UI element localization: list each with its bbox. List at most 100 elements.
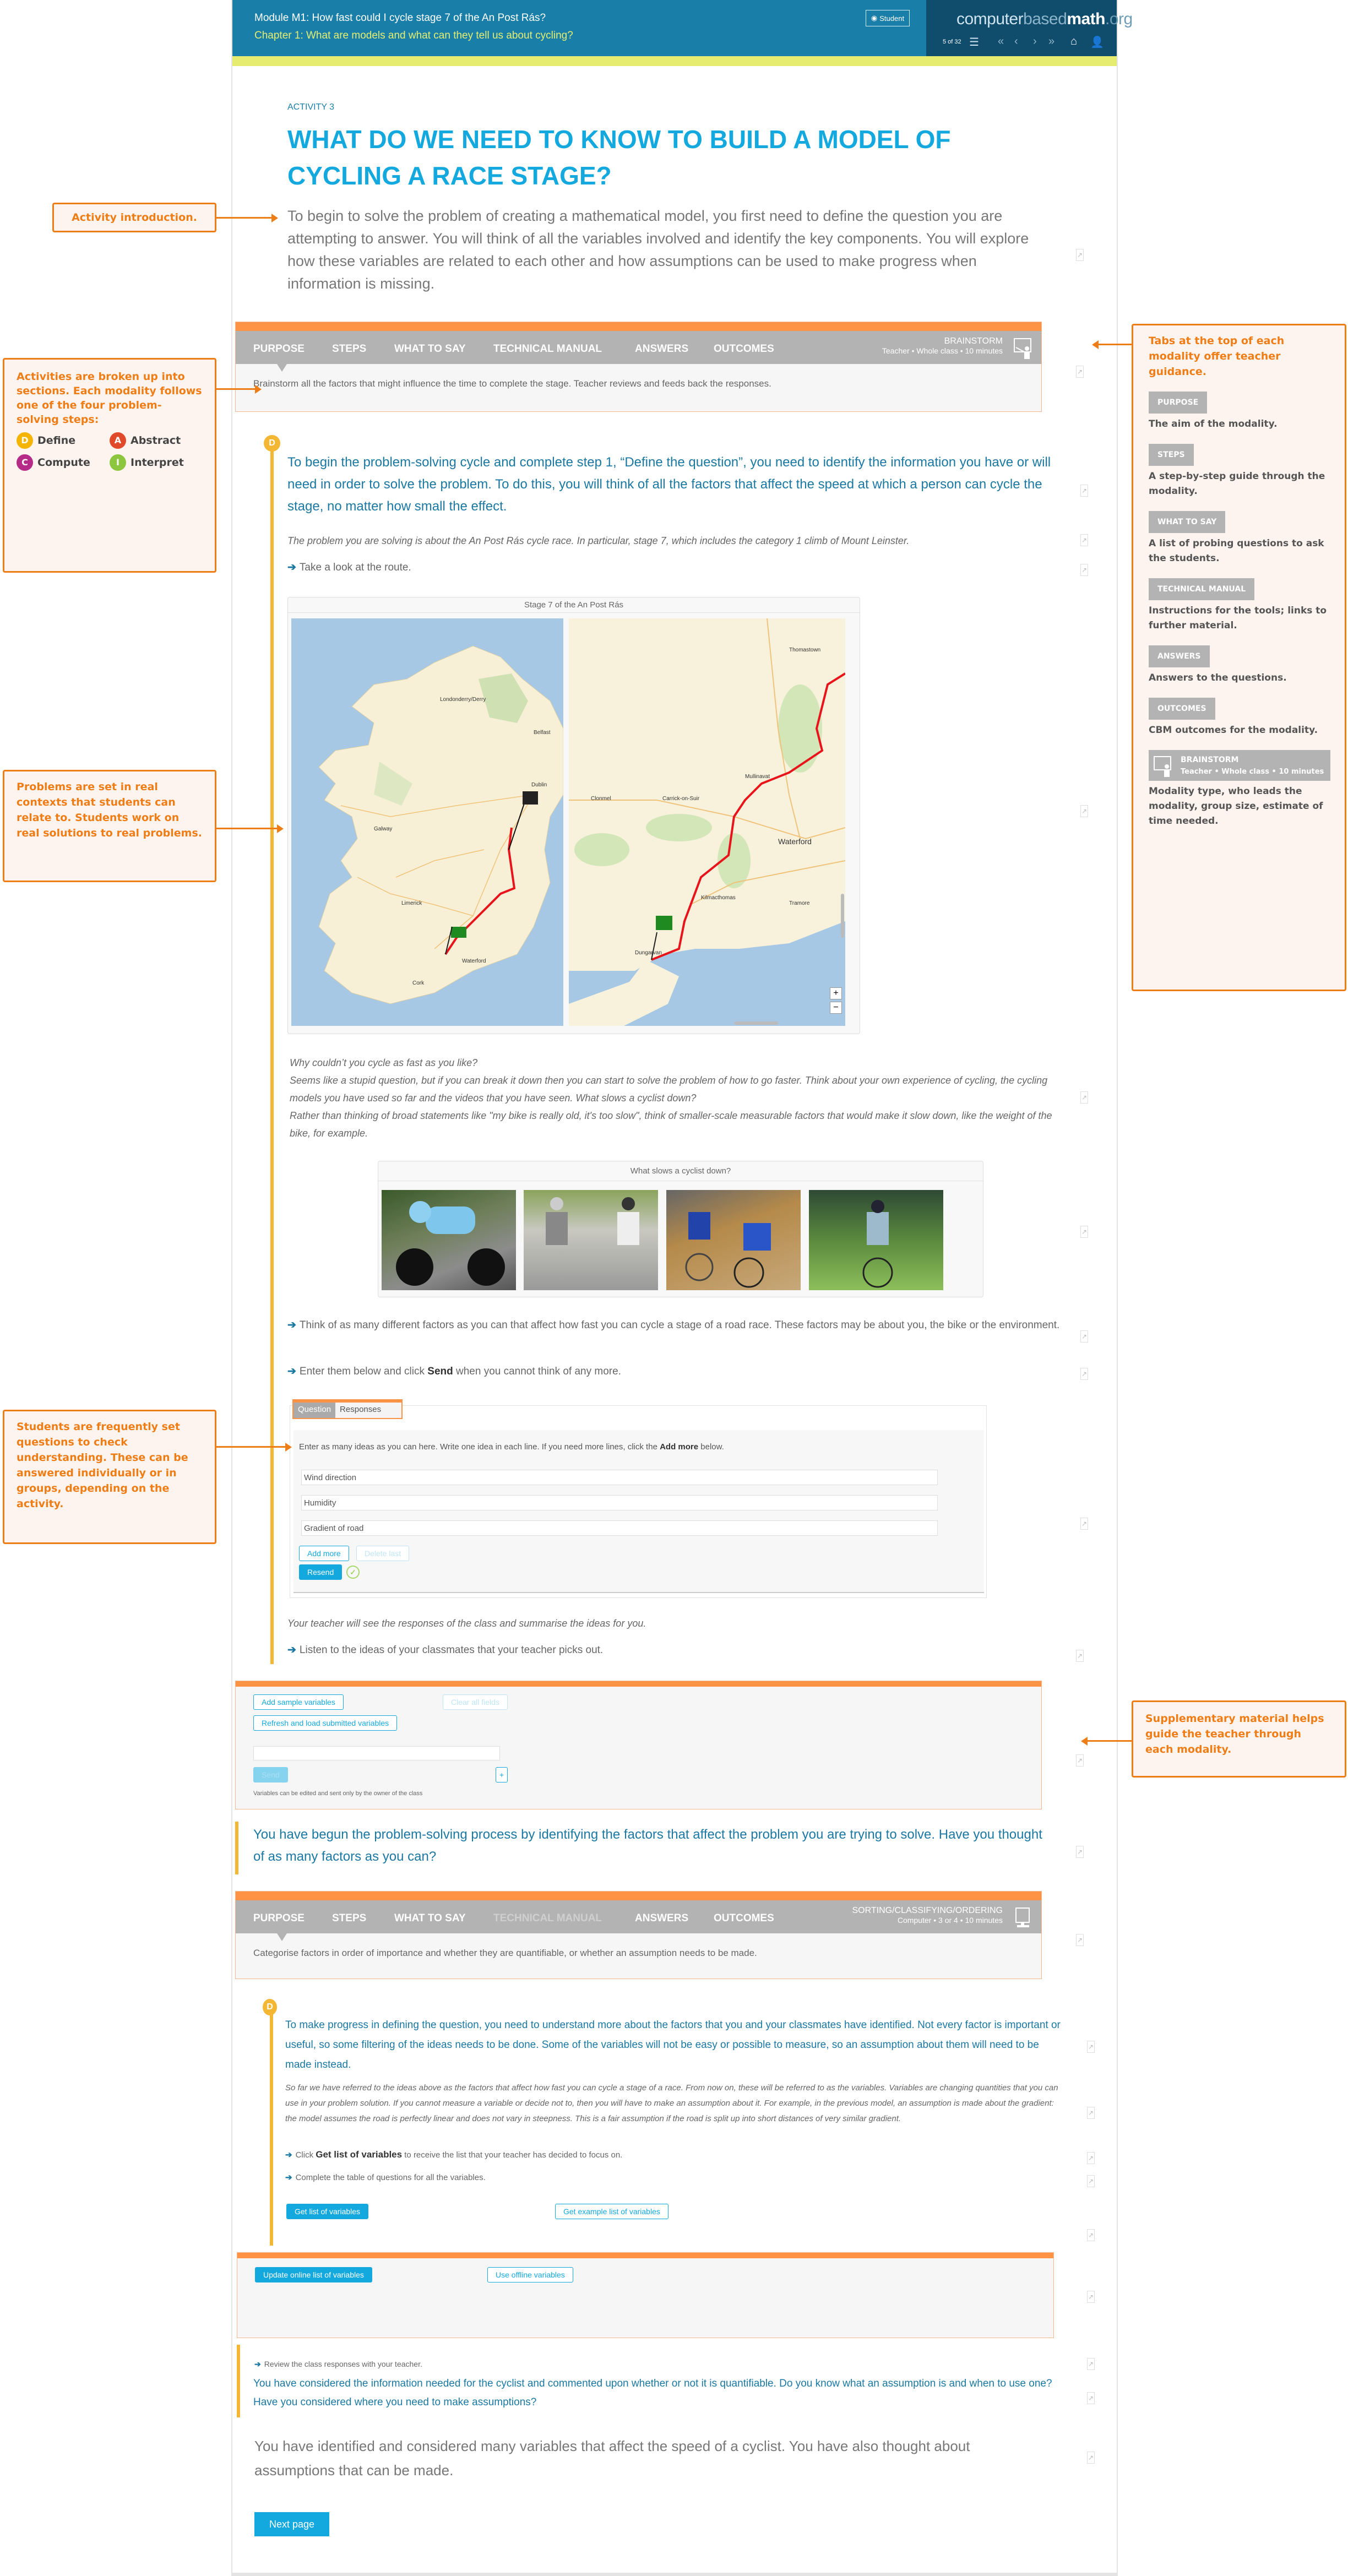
expand-icon[interactable]: ↗: [1087, 2107, 1095, 2119]
expand-icon[interactable]: ↗: [1080, 564, 1088, 576]
annotation-connector: [216, 388, 255, 390]
modality-description: Brainstorm all the factors that might in…: [253, 378, 771, 389]
tab-question[interactable]: Question: [293, 1403, 336, 1418]
user-icon[interactable]: 👤: [1090, 35, 1104, 49]
expand-icon[interactable]: ↗: [1076, 1650, 1084, 1662]
delete-last-button[interactable]: Delete last: [356, 1546, 410, 1561]
instruction-bold: Send: [427, 1366, 453, 1377]
expand-icon[interactable]: ↗: [1080, 485, 1088, 497]
expand-icon[interactable]: ↗: [1087, 2041, 1095, 2053]
add-sample-variables-button[interactable]: Add sample variables: [253, 1694, 344, 1710]
define-badge-icon: D: [17, 432, 33, 449]
step-legend-compute: C Compute: [17, 454, 110, 471]
map-vertical-scrollbar[interactable]: [841, 894, 844, 938]
menu-list-icon[interactable]: ☰: [969, 35, 979, 49]
map-horizontal-scrollbar[interactable]: [734, 1021, 778, 1025]
guide-tab-desc: CBM outcomes for the modality.: [1149, 725, 1318, 736]
tab-answers[interactable]: ANSWERS: [635, 1912, 688, 1925]
student-icon: ◉: [871, 14, 878, 22]
define-step-line: [270, 2004, 273, 2246]
svg-text:Cork: Cork: [412, 980, 425, 986]
tab-steps[interactable]: STEPS: [332, 343, 366, 355]
add-row-button[interactable]: +: [496, 1767, 508, 1782]
idea-input[interactable]: [301, 1495, 938, 1510]
refresh-load-variables-button[interactable]: Refresh and load submitted variables: [253, 1715, 398, 1731]
map-zoom-in-button[interactable]: +: [830, 987, 842, 999]
instruction-get-list: ➔ Click Get list of variables to receive …: [285, 2146, 622, 2164]
tab-outcomes[interactable]: OUTCOMES: [714, 343, 774, 355]
use-offline-variables-button[interactable]: Use offline variables: [487, 2267, 573, 2282]
add-more-button[interactable]: Add more: [299, 1546, 349, 1561]
modality-type-details: Computer • 3 or 4 • 10 minutes: [897, 1916, 1003, 1925]
get-list-of-variables-button[interactable]: Get list of variables: [286, 2204, 369, 2219]
tab-outcomes[interactable]: OUTCOMES: [714, 1912, 774, 1925]
expand-icon[interactable]: ↗: [1076, 366, 1084, 378]
expand-icon[interactable]: ↗: [1087, 2175, 1095, 2187]
tab-purpose[interactable]: PURPOSE: [253, 343, 305, 355]
expand-icon[interactable]: ↗: [1080, 805, 1088, 817]
step-label: Interpret: [131, 456, 184, 469]
modality-panel-sorting: PURPOSE STEPS WHAT TO SAY TECHNICAL MANU…: [235, 1891, 1042, 1979]
supplementary-note: Variables can be edited and sent only by…: [253, 1790, 423, 1797]
next-page-icon[interactable]: ›: [1033, 35, 1037, 48]
clear-all-fields-button[interactable]: Clear all fields: [443, 1694, 508, 1710]
logo-part: .org: [1105, 10, 1133, 28]
svg-text:Londonderry/Derry: Londonderry/Derry: [440, 697, 486, 703]
ireland-overview-map[interactable]: Dublin Galway Limerick Cork Waterford Lo…: [291, 618, 563, 1026]
annotation-arrow: [277, 824, 284, 833]
annotation-text: Tabs at the top of each modality offer t…: [1149, 335, 1285, 378]
expand-icon[interactable]: ↗: [1080, 1091, 1088, 1104]
send-button[interactable]: Send: [253, 1767, 288, 1782]
expand-icon[interactable]: ↗: [1087, 2291, 1095, 2303]
expand-icon[interactable]: ↗: [1087, 2452, 1095, 2464]
map-zoom-out-button[interactable]: −: [830, 1002, 842, 1014]
guide-tab-desc: The aim of the modality.: [1149, 419, 1278, 430]
home-icon[interactable]: ⌂: [1070, 35, 1077, 48]
svg-text:Galway: Galway: [374, 826, 392, 832]
svg-text:Belfast: Belfast: [534, 730, 551, 736]
first-page-icon[interactable]: «: [998, 35, 1004, 48]
expand-icon[interactable]: ↗: [1076, 249, 1084, 261]
annotation-sections: Activities are broken up into sections. …: [3, 358, 216, 573]
idea-input[interactable]: [301, 1470, 938, 1485]
tab-responses[interactable]: Responses: [335, 1403, 385, 1418]
guide-modality-desc: Modality type, who leads the modality, g…: [1149, 786, 1323, 827]
chapter-title[interactable]: Chapter 1: What are models and what can …: [254, 30, 573, 42]
guide-tab-label: OUTCOMES: [1149, 698, 1215, 720]
guide-tab-label: ANSWERS: [1149, 645, 1210, 667]
next-page-button[interactable]: Next page: [254, 2512, 330, 2536]
expand-icon[interactable]: ↗: [1080, 1226, 1088, 1238]
last-page-icon[interactable]: »: [1048, 35, 1055, 48]
expand-icon[interactable]: ↗: [1080, 1518, 1088, 1530]
expand-icon[interactable]: ↗: [1080, 534, 1088, 546]
expand-icon[interactable]: ↗: [1080, 1330, 1088, 1343]
expand-icon[interactable]: ↗: [1076, 1754, 1084, 1767]
prev-page-icon[interactable]: ‹: [1014, 35, 1018, 48]
stage-route-map[interactable]: Mullinavat Carrick-on-Suir Waterford Dun…: [569, 618, 845, 1026]
variable-input[interactable]: [253, 1746, 500, 1760]
expand-icon[interactable]: ↗: [1087, 2229, 1095, 2241]
modality-type-details: Teacher • Whole class • 10 minutes: [882, 346, 1003, 355]
resend-button[interactable]: Resend: [299, 1564, 343, 1580]
expand-icon[interactable]: ↗: [1076, 1934, 1084, 1946]
get-example-list-button[interactable]: Get example list of variables: [555, 2204, 668, 2219]
student-view-button[interactable]: ◉ Student: [866, 10, 910, 26]
expand-icon[interactable]: ↗: [1087, 2152, 1095, 2164]
expand-icon[interactable]: ↗: [1076, 1846, 1084, 1858]
expand-icon[interactable]: ↗: [1087, 2392, 1095, 2404]
expand-icon[interactable]: ↗: [1080, 1368, 1088, 1380]
section-summary: You have considered the information need…: [253, 2378, 1052, 2408]
idea-input[interactable]: [301, 1520, 938, 1536]
cyclist-photo: [382, 1190, 516, 1290]
tab-answers[interactable]: ANSWERS: [635, 343, 688, 355]
cyclist-photo-svg: [546, 1197, 639, 1245]
tab-technical-manual[interactable]: TECHNICAL MANUAL: [493, 343, 602, 355]
tab-steps[interactable]: STEPS: [332, 1912, 366, 1925]
tab-purpose[interactable]: PURPOSE: [253, 1912, 305, 1925]
tab-what-to-say[interactable]: WHAT TO SAY: [394, 1912, 466, 1925]
update-online-variables-button[interactable]: Update online list of variables: [255, 2267, 372, 2282]
tab-what-to-say[interactable]: WHAT TO SAY: [394, 343, 466, 355]
logo[interactable]: computerbasedmath.org: [956, 10, 1133, 29]
expand-icon[interactable]: ↗: [1087, 2358, 1095, 2370]
closing-summary: You have identified and considered many …: [254, 2438, 970, 2479]
